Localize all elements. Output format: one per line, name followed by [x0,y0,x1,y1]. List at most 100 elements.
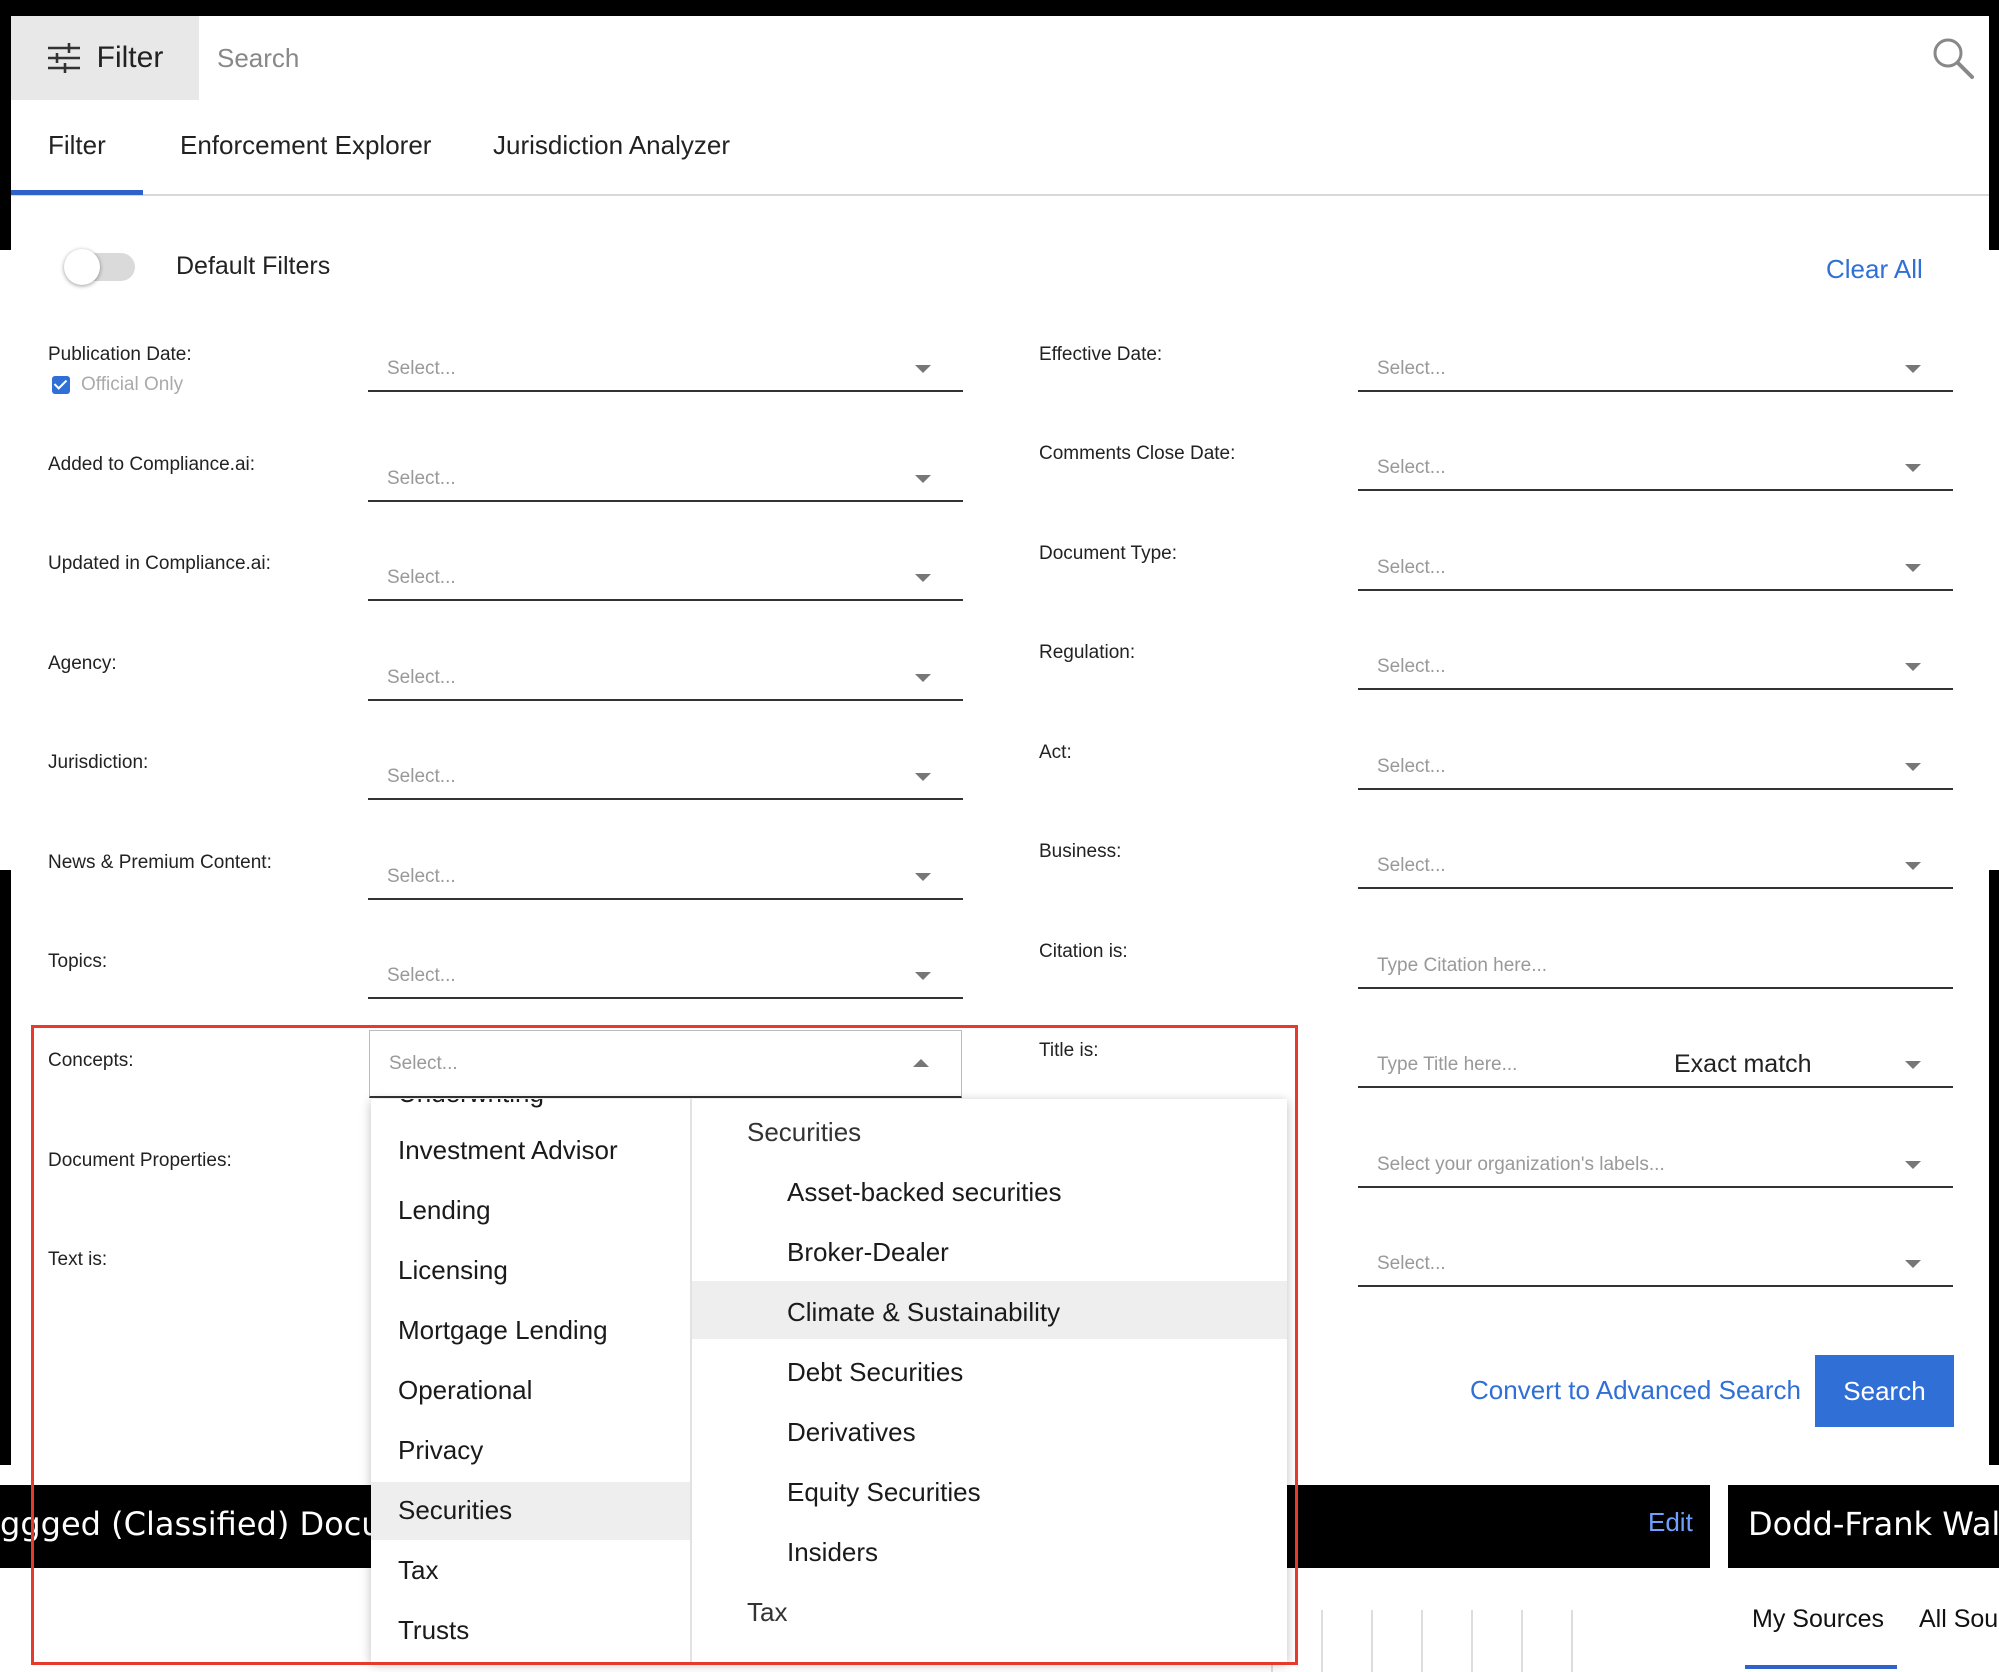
label-added-to-compliance: Added to Compliance.ai: [48,454,256,475]
select-placeholder: Select... [389,1053,458,1074]
citation-placeholder: Type Citation here... [1377,955,1548,976]
label-agency: Agency: [48,653,117,674]
business-select[interactable]: Select... [1358,843,1953,889]
search-button[interactable]: Search [1815,1355,1954,1427]
concept-item-equity-securities[interactable]: Equity Securities [787,1477,981,1508]
title-input[interactable]: Type Title here... Exact match [1358,1042,1953,1088]
default-filters-label: Default Filters [176,252,331,280]
background-card2-tab-my-sources[interactable]: My Sources [1752,1605,1884,1634]
chevron-down-icon [1905,663,1921,671]
label-business: Business: [1039,841,1122,862]
category-item-privacy[interactable]: Privacy [398,1435,483,1466]
label-concepts: Concepts: [48,1050,134,1071]
select-placeholder: Select... [1377,457,1446,478]
background-card2-tab-all-sources[interactable]: All Sou [1919,1605,1998,1634]
chevron-down-icon [1905,564,1921,572]
dropdown-divider [690,1099,692,1662]
chevron-down-icon [915,873,931,881]
category-item-lending[interactable]: Lending [398,1195,491,1226]
official-only-label: Official Only [81,374,184,395]
background-right-strip [1989,250,1999,870]
org-labels-select[interactable]: Select your organization's labels... [1358,1142,1953,1188]
select-placeholder: Select... [1377,656,1446,677]
group-heading-securities[interactable]: Securities [747,1117,861,1148]
topics-select[interactable]: Select... [368,953,963,999]
select-placeholder: Select... [1377,557,1446,578]
publication-date-select[interactable]: Select... [368,346,963,392]
chevron-down-icon [915,674,931,682]
label-regulation: Regulation: [1039,642,1136,663]
chevron-down-icon [915,574,931,582]
edit-link[interactable]: Edit [1648,1507,1693,1538]
category-item-mortgage-lending[interactable]: Mortgage Lending [398,1315,608,1346]
citation-input[interactable]: Type Citation here... [1358,943,1953,989]
concept-item-debt-securities[interactable]: Debt Securities [787,1357,963,1388]
select-placeholder: Select... [387,766,456,787]
tab-enforcement-explorer[interactable]: Enforcement Explorer [180,130,431,161]
regulation-select[interactable]: Select... [1358,644,1953,690]
chevron-down-icon [915,972,931,980]
text-is-select[interactable]: Select... [1358,1241,1953,1287]
label-publication-date: Publication Date: [48,344,192,365]
select-placeholder: Select... [1377,855,1446,876]
title-match-select[interactable]: Exact match [1674,1050,1812,1079]
tab-filter[interactable]: Filter [48,130,106,161]
group-heading-tax[interactable]: Tax [747,1597,787,1628]
category-item-securities[interactable]: Securities [398,1495,512,1526]
concept-item-insiders[interactable]: Insiders [787,1537,878,1568]
added-to-compliance-select[interactable]: Select... [368,456,963,502]
updated-in-compliance-select[interactable]: Select... [368,555,963,601]
agency-select[interactable]: Select... [368,655,963,701]
background-tab-underline [1745,1665,1897,1669]
tab-jurisdiction-analyzer[interactable]: Jurisdiction Analyzer [493,130,730,161]
select-placeholder: Select... [387,965,456,986]
background-card-title: ggged (Classified) Docu [0,1505,382,1543]
label-updated-in-compliance: Updated in Compliance.ai: [48,553,271,574]
chevron-down-icon [1905,862,1921,870]
background-left-strip [0,250,11,870]
category-item-underwriting[interactable]: Underwriting [398,1099,544,1109]
news-premium-select[interactable]: Select... [368,854,963,900]
label-jurisdiction: Jurisdiction: [48,752,149,773]
chevron-down-icon [915,365,931,373]
jurisdiction-select[interactable]: Select... [368,754,963,800]
label-document-type: Document Type: [1039,543,1178,564]
search-input[interactable] [199,16,1899,100]
category-item-licensing[interactable]: Licensing [398,1255,508,1286]
effective-date-select[interactable]: Select... [1358,346,1953,392]
clear-all-link[interactable]: Clear All [1826,254,1923,285]
concept-item-climate-sustainability[interactable]: Climate & Sustainability [787,1297,1060,1328]
concept-item-asset-backed-securities[interactable]: Asset-backed securities [787,1177,1062,1208]
background-card2-title: Dodd-Frank Wal [1748,1505,1999,1543]
convert-to-advanced-search-link[interactable]: Convert to Advanced Search [1470,1375,1801,1406]
select-placeholder: Select... [1377,1253,1446,1274]
toggle-knob[interactable] [64,249,100,285]
select-placeholder: Select... [387,468,456,489]
label-comments-close-date: Comments Close Date: [1039,443,1236,464]
chevron-down-icon [1905,1161,1921,1169]
background-chart-grid [1271,1610,1573,1672]
category-item-operational[interactable]: Operational [398,1375,532,1406]
concept-item-derivatives[interactable]: Derivatives [787,1417,916,1448]
document-type-select[interactable]: Select... [1358,545,1953,591]
official-only-checkbox[interactable] [52,376,70,394]
chevron-up-icon [913,1059,929,1067]
chevron-down-icon [915,773,931,781]
category-item-investment-advisor[interactable]: Investment Advisor [398,1135,618,1166]
org-labels-placeholder: Select your organization's labels... [1377,1154,1665,1175]
label-news-premium: News & Premium Content: [48,852,272,873]
label-citation-is: Citation is: [1039,941,1128,962]
filter-button[interactable]: Filter [11,16,199,100]
filter-button-label: Filter [96,41,164,74]
comments-close-date-select[interactable]: Select... [1358,445,1953,491]
concepts-select[interactable]: Select... [369,1030,962,1098]
select-placeholder: Select... [387,358,456,379]
label-text-is: Text is: [48,1249,108,1270]
category-item-trusts[interactable]: Trusts [398,1615,469,1646]
act-select[interactable]: Select... [1358,744,1953,790]
concept-item-broker-dealer[interactable]: Broker-Dealer [787,1237,949,1268]
chevron-down-icon [1905,763,1921,771]
chevron-down-icon [1905,464,1921,472]
search-icon[interactable] [1932,37,1974,79]
category-item-tax[interactable]: Tax [398,1555,438,1586]
